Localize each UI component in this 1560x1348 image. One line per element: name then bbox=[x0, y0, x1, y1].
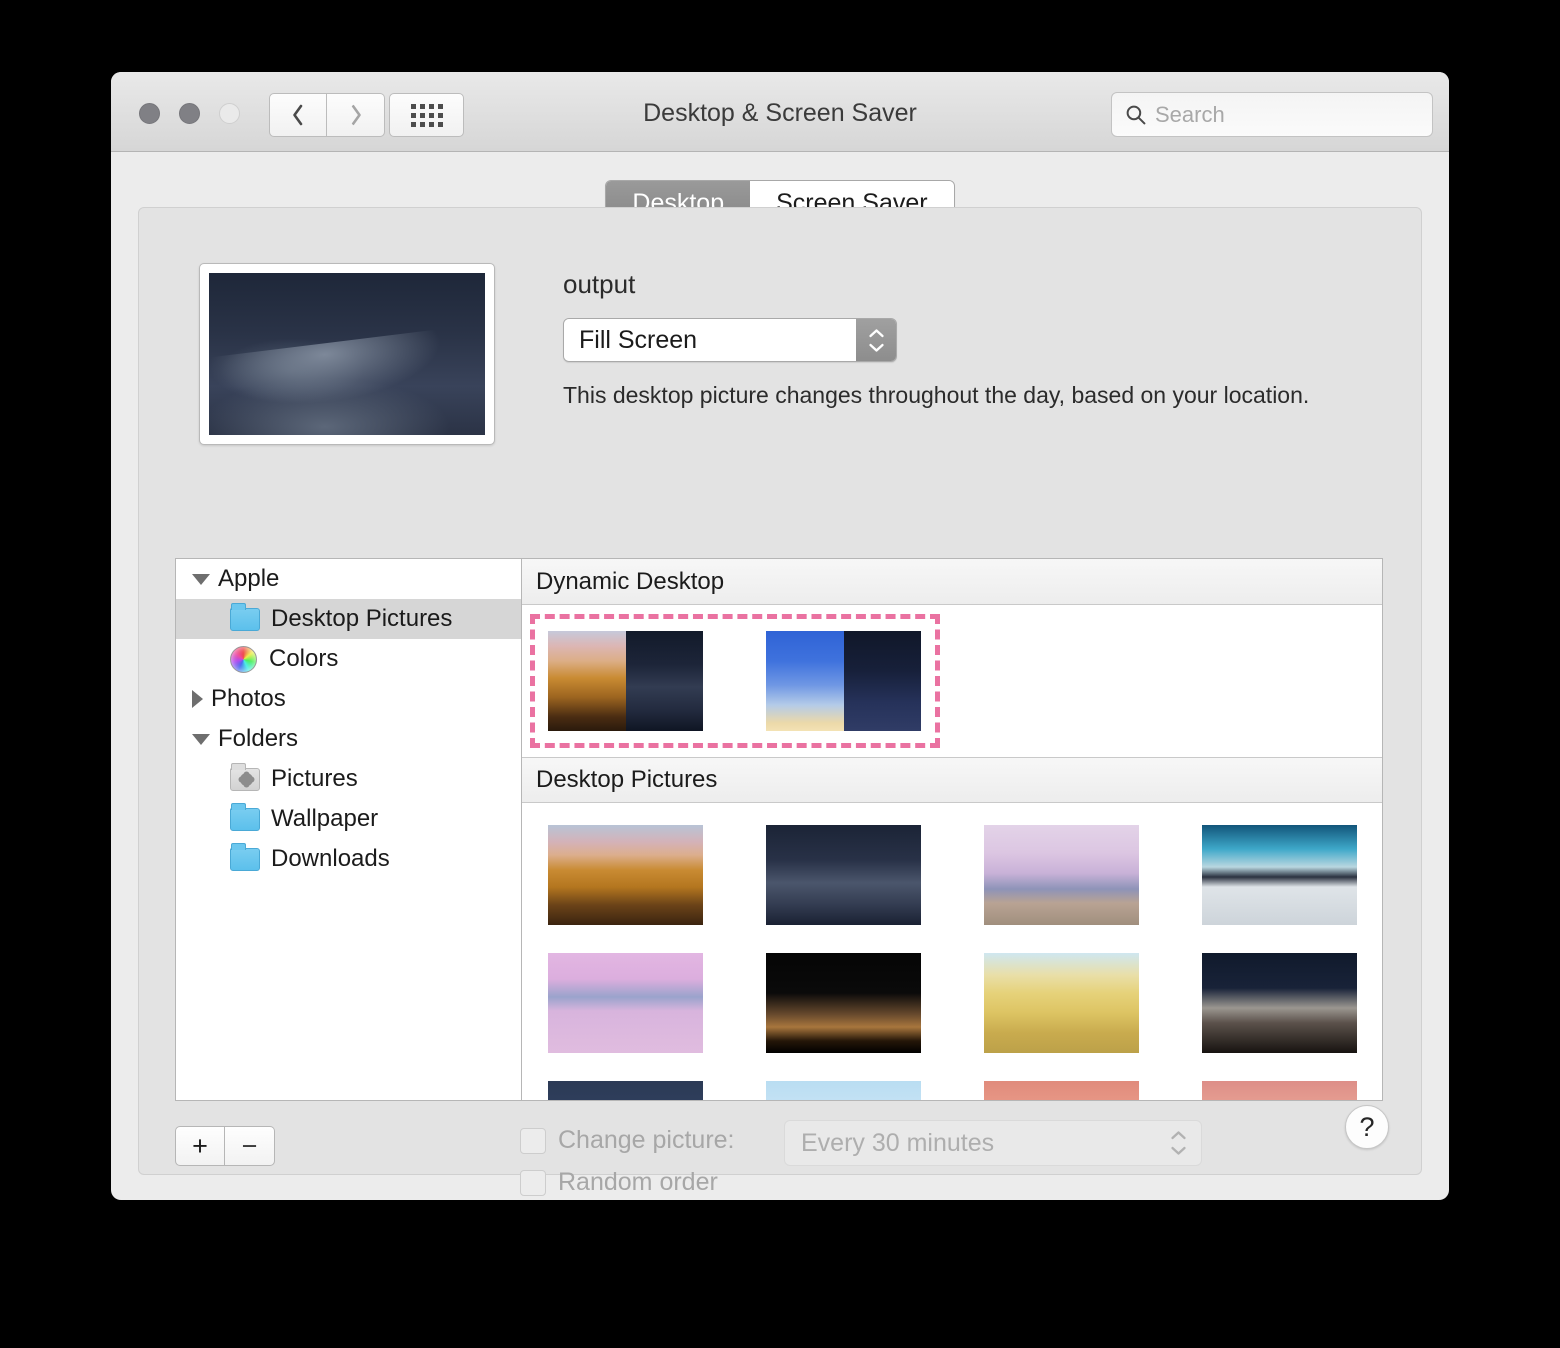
window-titlebar: Desktop & Screen Saver Search bbox=[111, 72, 1449, 152]
search-placeholder: Search bbox=[1155, 102, 1225, 128]
thumbnail-pink-clouds-b[interactable] bbox=[1202, 1081, 1357, 1100]
thumbnail-snow-peak[interactable] bbox=[766, 1081, 921, 1100]
sidebar-item-label: Pictures bbox=[271, 765, 358, 793]
picture-browser: Apple Desktop Pictures Colors Photos Fol… bbox=[175, 558, 1383, 1101]
sidebar-item-desktop-pictures[interactable]: Desktop Pictures bbox=[176, 599, 521, 639]
thumbnail-salt-flat[interactable] bbox=[1202, 825, 1357, 925]
section-header-desktop-pictures: Desktop Pictures bbox=[522, 757, 1382, 803]
dynamic-desktop-row-wrapper bbox=[522, 605, 1382, 757]
sidebar-item-downloads[interactable]: Downloads bbox=[176, 839, 521, 879]
change-picture-label: Change picture: bbox=[558, 1126, 735, 1155]
desktop-preview-image bbox=[209, 273, 485, 435]
thumbnail-pink-clouds-a[interactable] bbox=[984, 1081, 1139, 1100]
desktop-pictures-rows bbox=[522, 803, 1382, 1100]
random-order-row: Random order bbox=[520, 1168, 718, 1197]
sidebar-item-colors[interactable]: Colors bbox=[176, 639, 521, 679]
sidebar-item-pictures[interactable]: Pictures bbox=[176, 759, 521, 799]
gray-folder-icon bbox=[230, 768, 260, 791]
thumbnail-night-ridge[interactable] bbox=[548, 1081, 703, 1100]
picture-description: This desktop picture changes throughout … bbox=[563, 382, 1309, 409]
remove-folder-button[interactable]: − bbox=[225, 1126, 275, 1166]
thumbnail-sand-dunes[interactable] bbox=[984, 953, 1139, 1053]
triangle-right-icon[interactable] bbox=[192, 690, 203, 708]
blue-folder-icon bbox=[230, 808, 260, 831]
thumbnail-row bbox=[522, 1081, 1382, 1100]
search-field[interactable]: Search bbox=[1111, 92, 1433, 137]
random-order-label: Random order bbox=[558, 1168, 718, 1197]
scaling-stepper[interactable] bbox=[856, 319, 896, 361]
search-icon bbox=[1125, 104, 1146, 125]
sidebar-item-label: Desktop Pictures bbox=[271, 605, 452, 633]
help-button[interactable]: ? bbox=[1345, 1105, 1389, 1149]
thumbnail-row bbox=[522, 953, 1382, 1053]
change-interval-stepper[interactable] bbox=[1155, 1130, 1201, 1156]
random-order-checkbox[interactable] bbox=[520, 1170, 546, 1196]
thumbnail-tufa-spires[interactable] bbox=[766, 953, 921, 1053]
source-sidebar: Apple Desktop Pictures Colors Photos Fol… bbox=[176, 559, 522, 1100]
thumbnail-mojave-dynamic[interactable] bbox=[548, 631, 703, 731]
chevron-down-icon bbox=[868, 342, 885, 353]
sidebar-item-label: Apple bbox=[218, 565, 279, 593]
sidebar-item-label: Photos bbox=[211, 685, 286, 713]
scaling-popup-button[interactable]: Fill Screen bbox=[563, 318, 897, 362]
preview-row: output Fill Screen This desktop picture … bbox=[199, 263, 1309, 445]
sidebar-item-photos[interactable]: Photos bbox=[176, 679, 521, 719]
thumbnail-mojave-night[interactable] bbox=[766, 825, 921, 925]
sidebar-item-apple[interactable]: Apple bbox=[176, 559, 521, 599]
sidebar-item-label: Folders bbox=[218, 725, 298, 753]
thumbnail-dark-dune[interactable] bbox=[1202, 953, 1357, 1053]
sidebar-item-label: Colors bbox=[269, 645, 338, 673]
sidebar-item-label: Wallpaper bbox=[271, 805, 378, 833]
sidebar-item-wallpaper[interactable]: Wallpaper bbox=[176, 799, 521, 839]
chevron-down-icon bbox=[1170, 1145, 1187, 1156]
chevron-up-icon bbox=[1170, 1130, 1187, 1141]
add-remove-button-group: + − bbox=[175, 1126, 275, 1166]
desktop-preview-frame[interactable] bbox=[199, 263, 495, 445]
blue-folder-icon bbox=[230, 608, 260, 631]
thumbnail-row bbox=[522, 825, 1382, 925]
dynamic-desktop-thumbnails bbox=[522, 605, 1382, 757]
triangle-down-icon[interactable] bbox=[192, 734, 210, 745]
sidebar-item-label: Downloads bbox=[271, 845, 390, 873]
picture-name-label: output bbox=[563, 269, 1309, 300]
thumbnail-mojave-day[interactable] bbox=[548, 825, 703, 925]
sidebar-item-folders[interactable]: Folders bbox=[176, 719, 521, 759]
change-interval-popup[interactable]: Every 30 minutes bbox=[784, 1120, 1202, 1166]
blue-folder-icon bbox=[230, 848, 260, 871]
system-preferences-window: Desktop & Screen Saver Search Desktop Sc… bbox=[111, 72, 1449, 1200]
triangle-down-icon[interactable] bbox=[192, 574, 210, 585]
color-wheel-icon bbox=[230, 646, 257, 673]
change-picture-checkbox[interactable] bbox=[520, 1128, 546, 1154]
chevron-up-icon bbox=[868, 328, 885, 339]
gear-icon bbox=[240, 773, 253, 786]
content-panel: output Fill Screen This desktop picture … bbox=[138, 207, 1422, 1175]
thumbnail-solar-gradients[interactable] bbox=[766, 631, 921, 731]
preview-details: output Fill Screen This desktop picture … bbox=[563, 263, 1309, 445]
picture-grid[interactable]: Dynamic Desktop Desktop Pic bbox=[522, 559, 1382, 1100]
section-header-dynamic-desktop: Dynamic Desktop bbox=[522, 559, 1382, 605]
scaling-popup-value: Fill Screen bbox=[564, 319, 856, 361]
change-interval-value: Every 30 minutes bbox=[785, 1129, 1155, 1158]
change-picture-row: Change picture: bbox=[520, 1126, 735, 1155]
thumbnail-lake-rock[interactable] bbox=[548, 953, 703, 1053]
add-folder-button[interactable]: + bbox=[175, 1126, 225, 1166]
thumbnail-desert-monolith[interactable] bbox=[984, 825, 1139, 925]
